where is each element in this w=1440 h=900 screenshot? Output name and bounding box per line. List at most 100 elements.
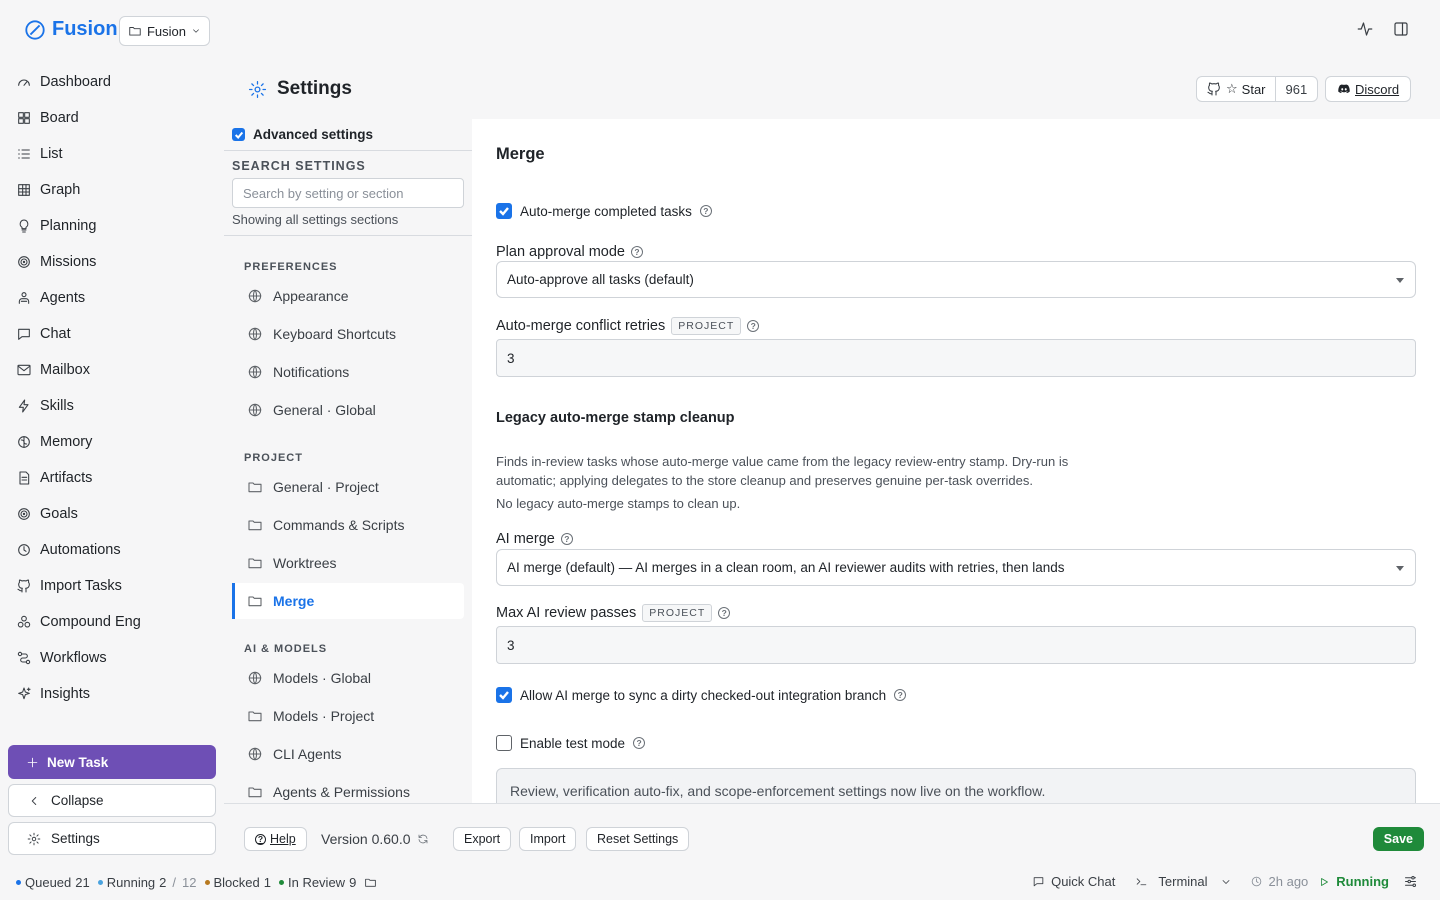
nav-item-insights[interactable]: Insights xyxy=(16,676,141,712)
nav-item-list[interactable]: List xyxy=(16,136,141,172)
plus-icon xyxy=(27,757,38,767)
nav-item-goals[interactable]: Goals xyxy=(16,496,141,532)
help-icon[interactable]: ? xyxy=(633,737,646,749)
reset-settings-button[interactable]: Reset Settings xyxy=(586,827,690,851)
github-star-group: ☆ Star 961 xyxy=(1196,76,1319,102)
checkbox-checked[interactable] xyxy=(496,687,512,703)
help-icon[interactable]: ? xyxy=(699,205,712,217)
plan-approval-value: Auto-approve all tasks (default) xyxy=(507,272,694,287)
nav-item-missions[interactable]: Missions xyxy=(16,244,141,280)
settings-item-label: Models · Project xyxy=(273,708,375,724)
github-icon xyxy=(1207,82,1220,96)
settings-item-merge[interactable]: Merge xyxy=(232,583,464,619)
folder-icon xyxy=(248,558,262,569)
status-queued[interactable]: Queued 21 xyxy=(16,875,90,890)
engine-state[interactable]: Running xyxy=(1336,874,1389,889)
auto-merge-checkbox[interactable]: Auto-merge completed tasks ? xyxy=(496,203,712,219)
status-dot xyxy=(278,879,284,885)
status-in-review[interactable]: In Review 9 xyxy=(278,875,377,890)
goal-icon xyxy=(18,508,30,520)
collapse-button[interactable]: Collapse xyxy=(8,784,216,817)
nav-item-import-tasks[interactable]: Import Tasks xyxy=(16,568,141,604)
test-mode-checkbox[interactable]: Enable test mode ? xyxy=(496,735,646,751)
nav-item-compound-eng[interactable]: Compound Eng xyxy=(16,604,141,640)
save-button[interactable]: Save xyxy=(1372,827,1424,851)
settings-item-cli-agents[interactable]: CLI Agents xyxy=(232,736,464,772)
nav-item-skills[interactable]: Skills xyxy=(16,388,141,424)
checkbox-checked[interactable] xyxy=(232,128,245,141)
sliders-icon[interactable] xyxy=(1403,874,1418,889)
nav-label: List xyxy=(40,146,63,162)
help-icon[interactable]: ? xyxy=(630,246,643,258)
settings-item-agents-permissions[interactable]: Agents & Permissions xyxy=(232,774,464,803)
help-icon[interactable]: ? xyxy=(894,689,907,701)
settings-item-notifications[interactable]: Notifications xyxy=(232,354,464,390)
settings-item-models-global[interactable]: Models · Global xyxy=(232,660,464,696)
globe-icon xyxy=(248,747,262,761)
nav-item-chat[interactable]: Chat xyxy=(16,316,141,352)
discord-link[interactable]: Discord xyxy=(1325,76,1412,102)
project-name: Fusion xyxy=(146,23,187,39)
globe-icon xyxy=(248,289,262,303)
settings-item-general-global[interactable]: General · Global xyxy=(232,392,464,428)
panel-toggle-icon[interactable] xyxy=(1392,20,1410,38)
settings-item-general-project[interactable]: General · Project xyxy=(232,469,464,505)
settings-item-appearance[interactable]: Appearance xyxy=(232,278,464,314)
checkbox-checked[interactable] xyxy=(496,203,512,219)
settings-item-models-project[interactable]: Models · Project xyxy=(232,698,464,734)
settings-item-keyboard-shortcuts[interactable]: Keyboard Shortcuts xyxy=(232,316,464,352)
nav-item-workflows[interactable]: Workflows xyxy=(16,640,141,676)
status-blocked[interactable]: Blocked 1 xyxy=(204,874,271,890)
chevron-down-icon[interactable] xyxy=(1220,876,1232,888)
max-review-input[interactable]: 3 xyxy=(496,626,1416,664)
settings-button[interactable]: Settings xyxy=(8,822,216,855)
version-info: Version 0.60.0 xyxy=(321,831,429,847)
project-tag: PROJECT xyxy=(642,604,713,622)
plan-approval-select[interactable]: Auto-approve all tasks (default) xyxy=(496,261,1416,298)
nav-item-planning[interactable]: Planning xyxy=(16,208,141,244)
settings-item-worktrees[interactable]: Worktrees xyxy=(232,545,464,581)
status-running[interactable]: Running 2 / 12 xyxy=(97,875,197,890)
activity-icon[interactable] xyxy=(1356,20,1374,38)
settings-item-commands-scripts[interactable]: Commands & Scripts xyxy=(232,507,464,543)
nav-item-board[interactable]: Board xyxy=(16,100,141,136)
allow-sync-checkbox[interactable]: Allow AI merge to sync a dirty checked-o… xyxy=(496,687,907,703)
nav-item-graph[interactable]: Graph xyxy=(16,172,141,208)
ai-merge-select[interactable]: AI merge (default) — AI merges in a clea… xyxy=(496,549,1416,586)
help-icon[interactable]: ? xyxy=(718,607,731,619)
settings-item-label: Agents & Permissions xyxy=(273,784,410,800)
help-icon[interactable]: ? xyxy=(747,320,760,332)
help-icon[interactable]: ? xyxy=(560,533,573,545)
nav-item-mailbox[interactable]: Mailbox xyxy=(16,352,141,388)
nav-item-artifacts[interactable]: Artifacts xyxy=(16,460,141,496)
file-icon xyxy=(19,471,30,485)
status-label: Blocked xyxy=(213,874,260,890)
section-label-preferences: PREFERENCES xyxy=(244,261,338,273)
auto-merge-label: Auto-merge completed tasks xyxy=(520,203,692,219)
nav-item-dashboard[interactable]: Dashboard xyxy=(16,64,141,100)
max-review-label-text: Max AI review passes xyxy=(496,605,637,621)
app-logo[interactable]: Fusion xyxy=(24,18,118,41)
refresh-icon[interactable] xyxy=(417,833,429,845)
status-count: 1 xyxy=(263,874,271,890)
nav-item-automations[interactable]: Automations xyxy=(16,532,141,568)
conflict-retries-input[interactable]: 3 xyxy=(496,339,1416,377)
conflict-retries-label-text: Auto-merge conflict retries xyxy=(496,318,666,334)
settings-item-label: Commands & Scripts xyxy=(273,517,405,533)
settings-item-label: Worktrees xyxy=(273,555,337,571)
export-button[interactable]: Export xyxy=(453,827,512,851)
folder-icon[interactable] xyxy=(364,876,377,889)
new-task-button[interactable]: New Task xyxy=(8,745,216,779)
import-button[interactable]: Import xyxy=(519,827,577,851)
quick-chat-button[interactable]: Quick Chat xyxy=(1051,874,1115,889)
checkbox-unchecked[interactable] xyxy=(496,735,512,751)
nav-item-memory[interactable]: Memory xyxy=(16,424,141,460)
terminal-button[interactable]: Terminal xyxy=(1158,874,1207,889)
advanced-settings-checkbox[interactable]: Advanced settings xyxy=(232,127,373,142)
github-star-button[interactable]: ☆ Star xyxy=(1197,77,1276,101)
conflict-retries-label: Auto-merge conflict retries PROJECT ? xyxy=(496,317,760,335)
help-button[interactable]: ? Help xyxy=(244,827,307,851)
nav-item-agents[interactable]: Agents xyxy=(16,280,141,316)
settings-search-input[interactable] xyxy=(232,178,464,208)
project-selector[interactable]: Fusion xyxy=(119,16,210,46)
